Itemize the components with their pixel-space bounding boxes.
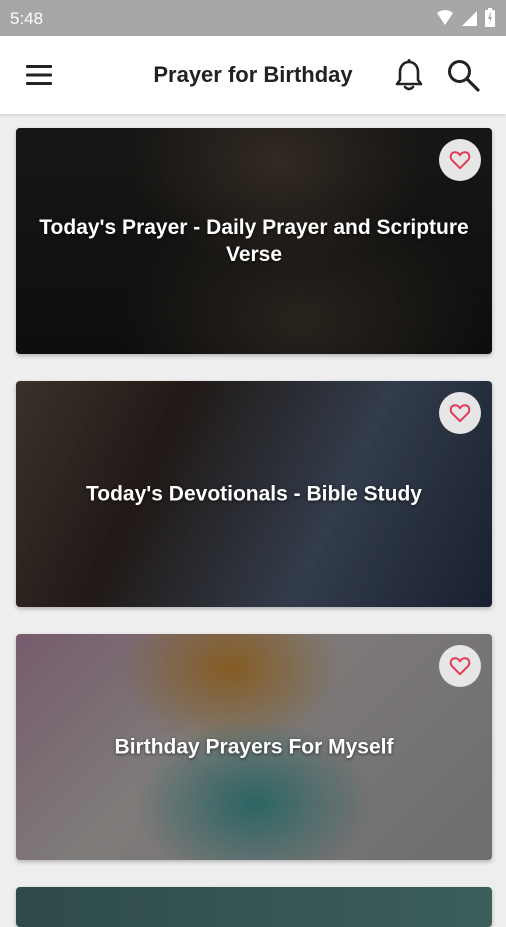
- heart-icon: [449, 151, 471, 170]
- prayer-card-todays-prayer[interactable]: Today's Prayer - Daily Prayer and Script…: [16, 128, 492, 354]
- prayer-card-partial[interactable]: [16, 887, 492, 927]
- bell-icon[interactable]: [393, 58, 425, 92]
- signal-icon: [462, 11, 477, 26]
- wifi-icon: [437, 10, 453, 25]
- favorite-button[interactable]: [439, 645, 481, 687]
- favorite-button[interactable]: [439, 139, 481, 181]
- status-time: 5:48: [10, 9, 44, 28]
- prayer-card-birthday-prayers[interactable]: Birthday Prayers For Myself: [16, 634, 492, 860]
- status-icons: [436, 8, 496, 28]
- heart-icon: [449, 404, 471, 423]
- search-icon[interactable]: [446, 58, 480, 92]
- page-title: Prayer for Birthday: [153, 62, 353, 87]
- card-image: [16, 887, 492, 927]
- favorite-button[interactable]: [439, 392, 481, 434]
- prayer-card-devotionals[interactable]: Today's Devotionals - Bible Study: [16, 381, 492, 607]
- heart-icon: [449, 657, 471, 676]
- status-bar: 5:48: [0, 0, 506, 36]
- card-title: Today's Devotionals - Bible Study: [86, 482, 422, 506]
- card-title: Today's Prayer - Daily Prayer and Script…: [39, 216, 469, 266]
- battery-icon: [485, 8, 495, 27]
- app-bar: Prayer for Birthday: [0, 36, 506, 114]
- card-title: Birthday Prayers For Myself: [114, 735, 394, 759]
